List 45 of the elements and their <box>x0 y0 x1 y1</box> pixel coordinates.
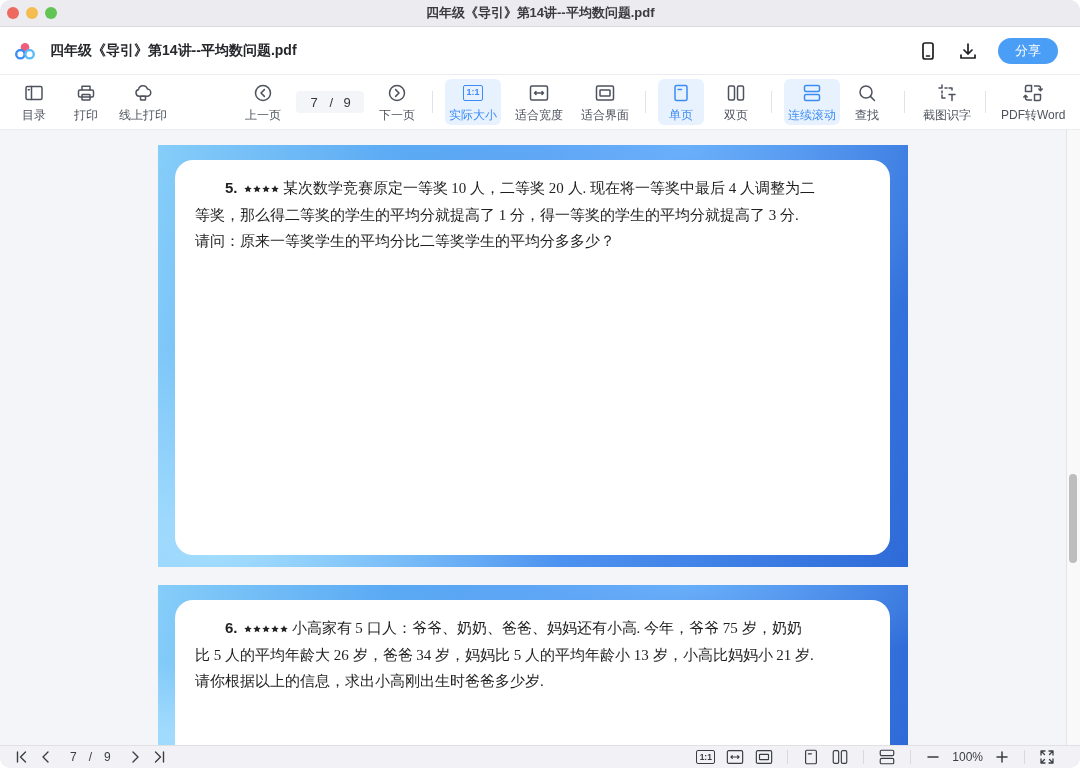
file-name: 四年级《导引》第14讲--平均数问题.pdf <box>50 41 297 60</box>
download-icon[interactable] <box>958 40 978 61</box>
crop-text-icon <box>937 82 957 103</box>
fullscreen-icon[interactable] <box>1039 749 1055 765</box>
fit-width-icon[interactable] <box>726 748 745 766</box>
stacked-pages-icon[interactable] <box>878 748 897 766</box>
screenshot-ocr-button[interactable]: 截图识字 <box>919 79 975 125</box>
zoom-level: 100% <box>952 750 983 764</box>
window-title: 四年级《导引》第14讲--平均数问题.pdf <box>425 4 655 22</box>
table-of-contents-button[interactable]: 目录 <box>11 79 57 125</box>
search-icon <box>857 82 877 103</box>
scrollbar-thumb[interactable] <box>1069 474 1077 563</box>
zoom-in-icon[interactable] <box>994 749 1010 765</box>
next-page-button[interactable]: 下一页 <box>374 79 420 125</box>
right-chevron-circle-icon <box>387 82 407 103</box>
fit-page-button[interactable]: 适合界面 <box>577 79 633 125</box>
printer-icon <box>76 82 96 103</box>
problem-text: 6. 小高家有 5 口人：爷爷、奶奶、爸爸、妈妈还有小高. 今年，爷爷 75 岁，奶奶比 5 人的平均年龄大 26 岁，爸爸 34 岁，妈妈比 5 人的平均年龄小 13 岁，小高比妈妈小 21 岁. 请你根据以上的信息，求出小高刚出生时爸爸多少岁. <box>195 618 815 691</box>
two-pages-icon[interactable] <box>831 748 850 766</box>
page-separator: / <box>88 750 93 764</box>
two-pages-icon <box>726 82 746 103</box>
left-chevron-circle-icon <box>253 82 273 103</box>
current-page-number[interactable]: 7 <box>70 750 77 764</box>
page-separator: / <box>329 94 334 110</box>
cloud-icon <box>133 82 153 103</box>
actual-size-icon[interactable]: 1:1 <box>696 750 716 764</box>
page-number-input[interactable]: 7 <box>309 94 320 110</box>
print-button[interactable]: 打印 <box>63 79 109 125</box>
total-pages: 9 <box>104 750 111 764</box>
previous-page-button[interactable]: 上一页 <box>240 79 286 125</box>
window-close-icon[interactable] <box>7 7 19 19</box>
stacked-pages-icon <box>802 82 822 103</box>
pdf-to-word-button[interactable]: PDF转Word <box>997 79 1070 125</box>
find-button[interactable]: 查找 <box>844 79 890 125</box>
convert-arrows-icon <box>1023 82 1044 103</box>
total-pages: 9 <box>343 94 351 110</box>
fit-page-icon <box>595 82 615 103</box>
two-page-button[interactable]: 双页 <box>713 79 759 125</box>
online-print-button[interactable]: 线上打印 <box>115 79 171 125</box>
fit-width-button[interactable]: 适合宽度 <box>511 79 567 125</box>
actual-size-icon: 1:1 <box>463 84 483 101</box>
single-page-icon <box>671 82 691 103</box>
fit-width-icon <box>529 82 549 103</box>
fit-page-icon[interactable] <box>755 748 774 766</box>
problem-text: 5. 某次数学竞赛原定一等奖 10 人，二等奖 20 人. 现在将一等奖中最后 4 人调整为二等奖，那么得二等奖的学生的平均分就提高了 1 分，得一等奖的学生的平均分就提高了 3 分. 请问：原来一等奖学生的平均分比二等奖学生的平均分多多少？ <box>195 178 816 251</box>
